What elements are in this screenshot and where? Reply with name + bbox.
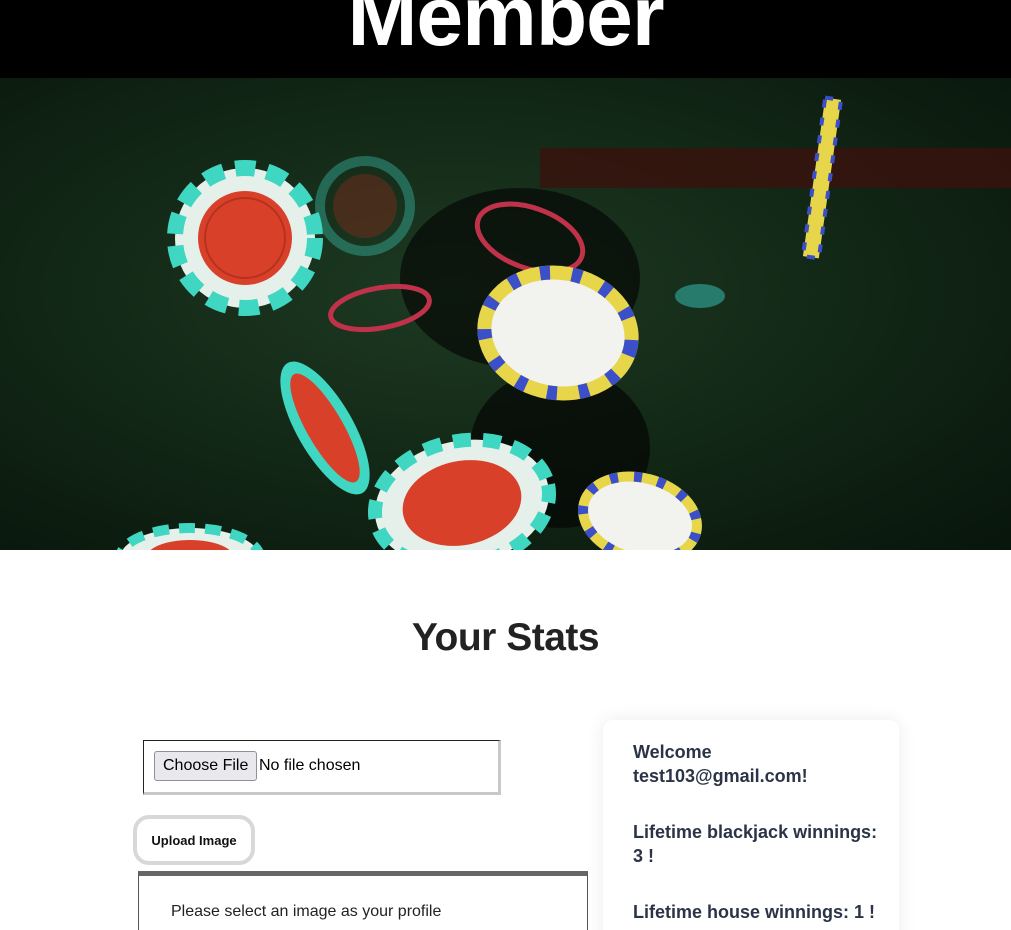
welcome-message: Welcome test103@gmail.com! [633, 742, 808, 786]
blackjack-winnings: Lifetime blackjack winnings: 3 ! [633, 822, 878, 866]
upload-image-button[interactable]: Upload Image [133, 815, 255, 865]
casino-chips-illustration [0, 78, 1011, 550]
upload-notice-box: Please select an image as your profile [138, 871, 588, 930]
hero-casino-chips-image [0, 78, 1011, 550]
page-title: Member [347, 0, 664, 63]
file-status-text: No file chosen [259, 757, 361, 774]
top-banner: Member [0, 0, 1011, 78]
upload-notice-text: Please select an image as your profile [171, 903, 442, 920]
house-winnings: Lifetime house winnings: 1 ! [633, 902, 876, 922]
file-input[interactable]: Choose File No file chosen [143, 740, 501, 795]
stats-card: Welcome test103@gmail.com! Lifetime blac… [603, 720, 899, 930]
stats-heading: Your Stats [411, 616, 600, 659]
choose-file-button[interactable]: Choose File [154, 751, 258, 781]
